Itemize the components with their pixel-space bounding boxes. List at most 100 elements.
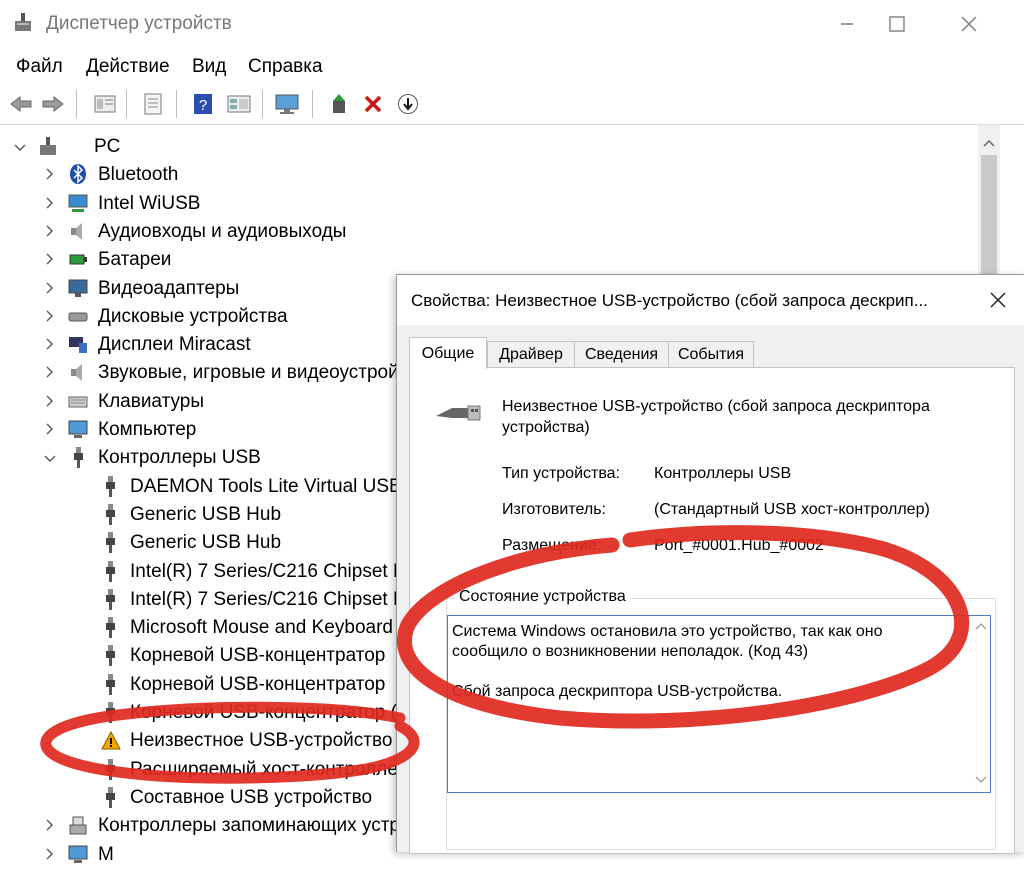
properties-button[interactable]	[140, 91, 166, 117]
tree-device[interactable]: Generic USB Hub	[100, 529, 281, 557]
tree-category[interactable]: Клавиатуры	[40, 388, 204, 416]
dialog-close-button[interactable]	[985, 287, 1011, 313]
chevron-right-icon[interactable]	[40, 394, 60, 410]
menu-help[interactable]: Справка	[248, 56, 323, 78]
window-title: Диспетчер устройств	[46, 13, 232, 34]
chevron-down-icon[interactable]	[10, 139, 30, 155]
tree-category[interactable]: Bluetooth	[40, 161, 178, 189]
close-icon	[990, 292, 1006, 308]
menu-action[interactable]: Действие	[86, 56, 170, 78]
device-name: Неизвестное USB-устройство (сбой запроса…	[502, 398, 930, 436]
chevron-right-icon[interactable]	[40, 818, 60, 834]
chevron-right-icon[interactable]	[40, 365, 60, 381]
location-value: Port_#0001.Hub_#0002	[654, 537, 824, 554]
show-hide-tree-button[interactable]	[92, 91, 118, 117]
tab-events[interactable]: События	[668, 341, 754, 368]
bluetooth-icon	[68, 164, 90, 186]
tree-category[interactable]: Звуковые, игровые и видеоустрой	[40, 359, 399, 387]
tree-item-label: Расширяемый хост-контролле	[130, 758, 398, 780]
usb-icon	[100, 617, 122, 639]
display-icon	[68, 278, 90, 300]
chevron-right-icon[interactable]	[40, 309, 60, 325]
tree-item-label: Bluetooth	[98, 164, 179, 186]
usb-icon	[100, 645, 122, 667]
chevron-right-icon[interactable]	[40, 224, 60, 240]
menu-view[interactable]: Вид	[192, 56, 226, 78]
tree-category[interactable]: Контроллеры запоминающих устр	[40, 812, 400, 840]
view-button[interactable]	[226, 91, 252, 117]
help-button[interactable]: ?	[190, 91, 216, 117]
speaker-icon	[68, 362, 90, 384]
tree-device[interactable]: Корневой USB-концентратор (	[100, 699, 397, 727]
manufacturer-value: (Стандартный USB хост-контроллер)	[654, 501, 930, 518]
tree-device[interactable]: Корневой USB-концентратор	[100, 642, 385, 670]
scan-hardware-button[interactable]	[274, 91, 300, 117]
uninstall-button[interactable]	[360, 91, 386, 117]
tree-category[interactable]: Аудиовходы и аудиовыходы	[40, 218, 346, 246]
tree-device[interactable]: Intel(R) 7 Series/C216 Chipset Fa	[100, 586, 415, 614]
disable-button[interactable]	[395, 91, 421, 117]
properties-dialog: Свойства: Неизвестное USB-устройство (сб…	[396, 274, 1024, 854]
arrow-left-icon	[10, 95, 32, 113]
tree-category[interactable]: М	[40, 841, 114, 869]
minimize-button[interactable]	[822, 6, 872, 42]
chevron-right-icon[interactable]	[40, 847, 60, 863]
tree-device[interactable]: Корневой USB-концентратор	[100, 671, 385, 699]
device-status-textbox[interactable]: Система Windows остановила это устройств…	[447, 615, 991, 793]
help-icon: ?	[194, 94, 212, 114]
chevron-down-icon[interactable]	[40, 450, 60, 466]
minimize-icon	[841, 23, 853, 25]
tree-category[interactable]: Дисплеи Miracast	[40, 331, 251, 359]
forward-button[interactable]	[40, 91, 66, 117]
chevron-right-icon[interactable]	[40, 422, 60, 438]
toolbar-separator	[312, 90, 313, 118]
tree-device[interactable]: Microsoft Mouse and Keyboard	[100, 614, 393, 642]
location-label: Размещение:	[502, 537, 602, 554]
device-type-value: Контроллеры USB	[654, 465, 792, 482]
scroll-down-icon	[975, 776, 987, 783]
chevron-right-icon[interactable]	[40, 196, 60, 212]
chevron-right-icon[interactable]	[40, 337, 60, 353]
tree-device[interactable]: Generic USB Hub	[100, 501, 281, 529]
tab-driver[interactable]: Драйвер	[487, 341, 575, 368]
pc-icon	[38, 136, 60, 158]
maximize-icon	[889, 16, 905, 32]
maximize-button[interactable]	[872, 6, 922, 42]
tree-item-label: Intel(R) 7 Series/C216 Chipset Fa	[130, 588, 416, 610]
tree-category[interactable]: Компьютер	[40, 416, 196, 444]
tree-device[interactable]: Расширяемый хост-контролле	[100, 756, 398, 784]
tab-details[interactable]: Сведения	[574, 341, 669, 368]
device-status-group: Состояние устройства Система Windows ост…	[446, 588, 996, 850]
tree-category[interactable]: Дисковые устройства	[40, 303, 288, 331]
battery-icon	[68, 249, 90, 271]
chevron-right-icon[interactable]	[40, 252, 60, 268]
tree-device[interactable]: DAEMON Tools Lite Virtual USB	[100, 473, 402, 501]
usb-icon	[100, 503, 122, 526]
tree-root[interactable]: PC	[10, 133, 120, 161]
tree-device[interactable]: Составное USB устройство	[100, 784, 372, 812]
usb-icon	[100, 475, 122, 498]
toolbar-separator	[76, 90, 77, 118]
tree-item-label: Корневой USB-концентратор (	[130, 702, 397, 723]
tab-general[interactable]: Общие	[409, 337, 487, 369]
tree-item-label: Составное USB устройство	[130, 786, 373, 808]
status-scrollbar[interactable]	[972, 616, 990, 792]
toolbar-separator	[262, 90, 263, 118]
tree-category[interactable]: Батареи	[40, 246, 171, 274]
tree-category[interactable]: Видеоадаптеры	[40, 275, 239, 303]
chevron-right-icon[interactable]	[40, 281, 60, 297]
tree-category[interactable]: Intel WiUSB	[40, 190, 200, 218]
usb-network-icon	[68, 193, 90, 215]
download-icon	[398, 94, 418, 114]
enable-device-icon	[333, 94, 345, 113]
tree-device[interactable]: Неизвестное USB-устройство (	[100, 727, 404, 755]
tree-item-label: Корневой USB-концентратор	[130, 673, 386, 695]
menu-file[interactable]: Файл	[16, 56, 63, 78]
chevron-right-icon[interactable]	[40, 167, 60, 183]
back-button[interactable]	[8, 91, 34, 117]
close-button[interactable]	[944, 6, 994, 42]
update-driver-button[interactable]	[326, 91, 352, 117]
tree-category[interactable]: Контроллеры USB	[40, 444, 261, 472]
dialog-title-bar: Свойства: Неизвестное USB-устройство (сб…	[397, 275, 1024, 325]
tree-device[interactable]: Intel(R) 7 Series/C216 Chipset Fa	[100, 558, 415, 586]
